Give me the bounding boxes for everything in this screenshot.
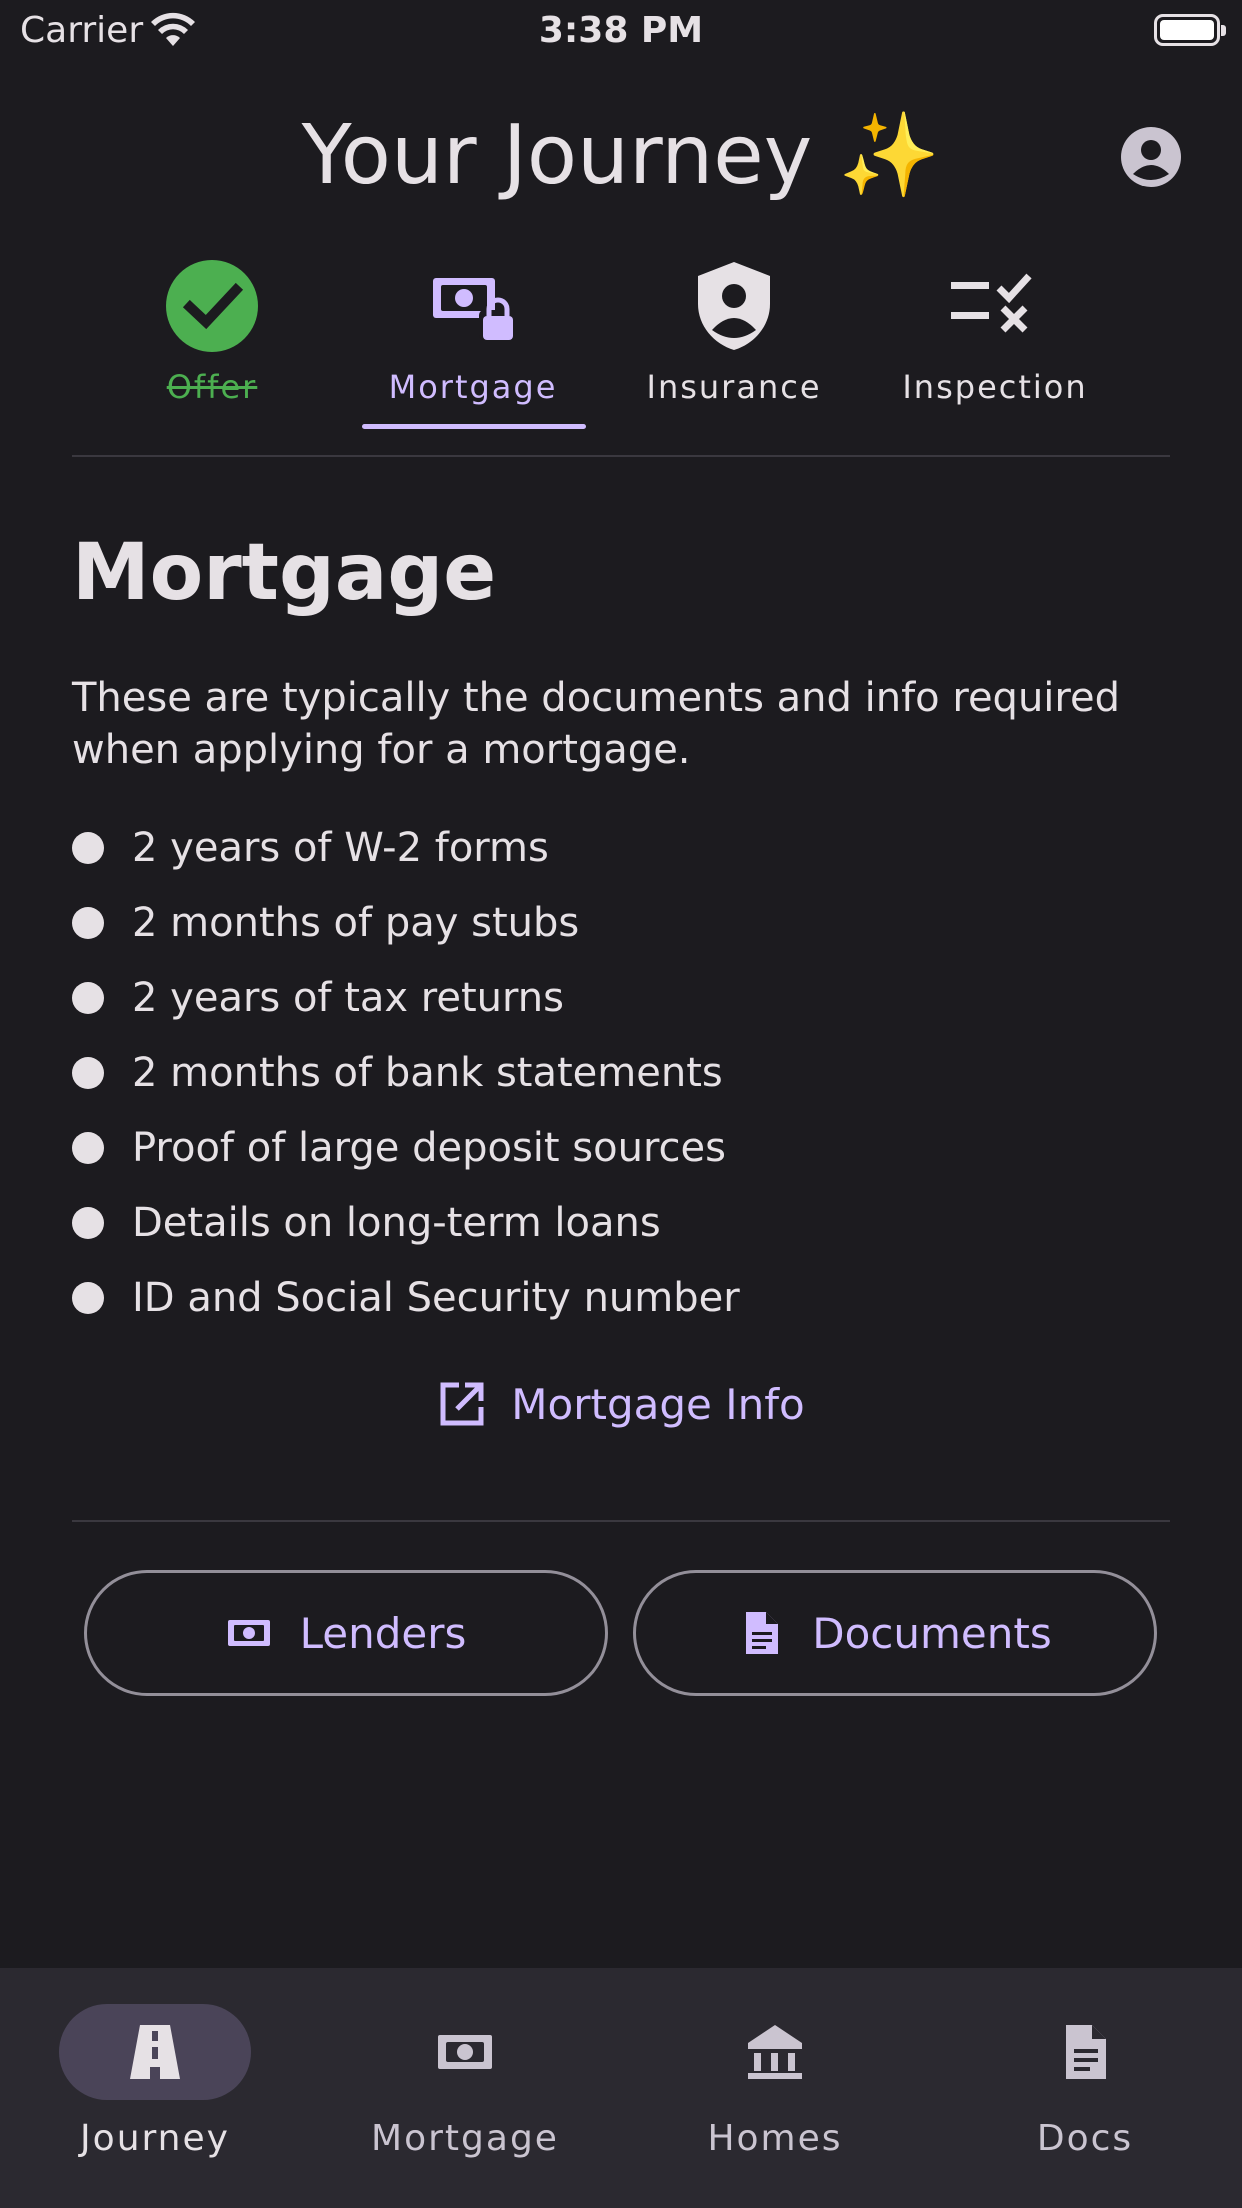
status-time: 3:38 PM	[538, 10, 704, 51]
nav-label-mortgage: Mortgage	[371, 2118, 559, 2159]
open-in-new-icon	[440, 1382, 484, 1426]
list-item-text: 2 years of W-2 forms	[132, 824, 549, 871]
bottom-navigation: Journey Mortgage Homes Docs	[0, 1968, 1242, 2208]
section-title: Mortgage	[72, 528, 497, 618]
bullet-icon	[72, 906, 104, 939]
nav-indicator	[59, 2004, 251, 2100]
checklist-icon	[951, 273, 1032, 333]
page-title: Your Journey ✨	[301, 108, 941, 203]
intro-text: These are typically the documents and in…	[72, 675, 1120, 773]
account-circle-icon[interactable]	[1120, 126, 1182, 188]
actions-divider	[72, 1520, 1170, 1522]
list-item-text: 2 years of tax returns	[132, 974, 564, 1021]
step-label-offer: Offer	[166, 368, 258, 406]
list-item-text: ID and Social Security number	[132, 1274, 740, 1321]
journey-screen: Carrier 3:38 PM Your Journey ✨ Offer Mor…	[0, 0, 1242, 2208]
bullet-icon	[72, 831, 104, 864]
documents-button[interactable]: Documents	[633, 1570, 1157, 1696]
list-item-text: 2 months of pay stubs	[132, 899, 580, 946]
list-item: 2 months of pay stubs	[72, 885, 1170, 960]
status-bar: Carrier 3:38 PM	[0, 0, 1242, 62]
bullet-icon	[72, 981, 104, 1014]
money-icon	[438, 2035, 492, 2069]
documents-button-label: Documents	[812, 1608, 1052, 1658]
bullet-icon	[72, 1206, 104, 1239]
nav-label-journey: Journey	[80, 2118, 230, 2159]
list-item: 2 years of tax returns	[72, 960, 1170, 1035]
active-step-indicator	[362, 424, 586, 429]
nav-item-mortgage[interactable]: Mortgage	[310, 2004, 620, 2164]
nav-pill	[679, 2004, 871, 2100]
step-insurance[interactable]: Insurance	[614, 258, 854, 428]
shield-person-icon	[698, 262, 770, 350]
nav-label-docs: Docs	[1036, 2118, 1134, 2159]
nav-item-journey[interactable]: Journey	[0, 2004, 310, 2164]
list-item: 2 years of W-2 forms	[72, 810, 1170, 885]
nav-label-homes: Homes	[707, 2118, 843, 2159]
step-mortgage[interactable]: Mortgage	[353, 258, 593, 428]
document-icon	[746, 1612, 779, 1654]
step-offer[interactable]: Offer	[92, 258, 332, 428]
step-label-inspection: Inspection	[902, 368, 1088, 406]
list-item: ID and Social Security number	[72, 1260, 1170, 1335]
nav-pill	[989, 2004, 1181, 2100]
nav-item-docs[interactable]: Docs	[930, 2004, 1240, 2164]
road-icon	[130, 2025, 180, 2079]
stepper-divider	[72, 455, 1170, 457]
list-item: 2 months of bank statements	[72, 1035, 1170, 1110]
list-item-text: Details on long-term loans	[132, 1199, 661, 1246]
requirements-list: 2 years of W-2 forms 2 months of pay stu…	[72, 810, 1170, 1335]
bullet-icon	[72, 1131, 104, 1164]
list-item: Details on long-term loans	[72, 1185, 1170, 1260]
mortgage-info-label: Mortgage Info	[511, 1379, 805, 1429]
list-item-text: 2 months of bank statements	[132, 1049, 723, 1096]
lenders-button[interactable]: Lenders	[84, 1570, 608, 1696]
list-item: Proof of large deposit sources	[72, 1110, 1170, 1185]
document-icon	[1066, 2025, 1106, 2079]
money-lock-icon	[433, 278, 515, 340]
list-item-text: Proof of large deposit sources	[132, 1124, 726, 1171]
battery-icon	[1154, 14, 1226, 46]
nav-pill	[369, 2004, 561, 2100]
check-circle-icon	[166, 260, 258, 352]
step-label-mortgage: Mortgage	[388, 368, 558, 406]
bank-icon	[748, 2025, 802, 2079]
step-label-insurance: Insurance	[646, 368, 822, 406]
mortgage-info-link[interactable]: Mortgage Info	[0, 1374, 1242, 1434]
money-icon	[227, 1620, 270, 1646]
bullet-icon	[72, 1281, 104, 1314]
step-inspection[interactable]: Inspection	[875, 258, 1115, 428]
lenders-button-label: Lenders	[299, 1608, 467, 1658]
nav-item-homes[interactable]: Homes	[620, 2004, 930, 2164]
bullet-icon	[72, 1056, 104, 1089]
